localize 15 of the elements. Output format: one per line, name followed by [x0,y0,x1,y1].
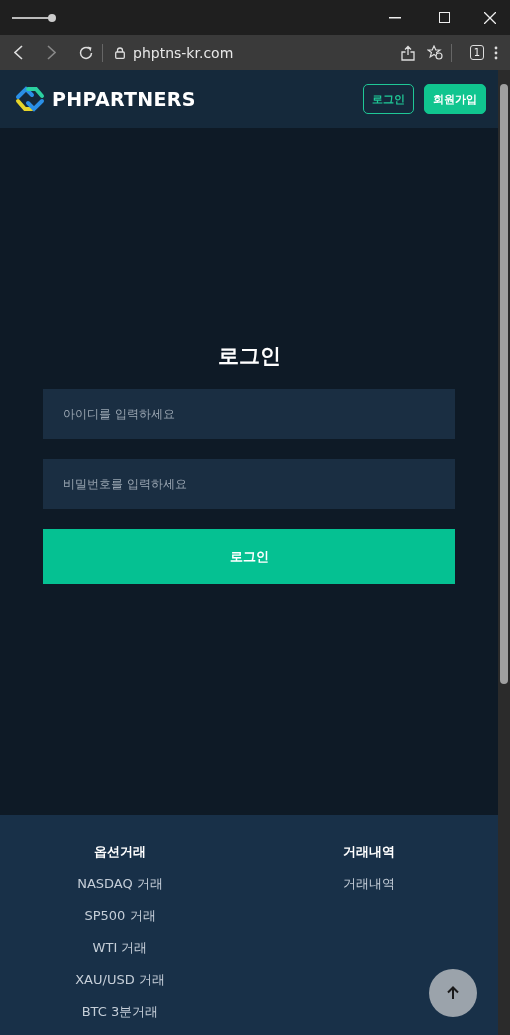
logo-text[interactable]: PHPARTNERS [52,88,353,110]
footer-link[interactable]: NASDAQ 거래 [77,875,163,893]
tab-count[interactable]: 1 [470,45,484,60]
login-title: 로그인 [216,343,282,370]
footer-link[interactable]: WTI 거래 [92,939,148,957]
password-field[interactable]: 비밀번호를 입력하세요 [43,459,455,509]
address-bar[interactable]: phptns-kr.com [133,44,401,61]
login-button[interactable]: 로그인 [363,84,414,114]
footer-link[interactable]: 거래내역 [343,875,395,893]
footer-heading: 거래내역 [343,843,395,861]
username-field[interactable]: 아이디를 입력하세요 [43,389,455,439]
footer-link[interactable]: SP500 거래 [84,907,156,925]
footer-link[interactable]: XAU/USD 거래 [75,971,165,989]
footer-link[interactable]: BTC 3분거래 [81,1003,159,1021]
footer-heading: 옵션거래 [94,843,146,861]
